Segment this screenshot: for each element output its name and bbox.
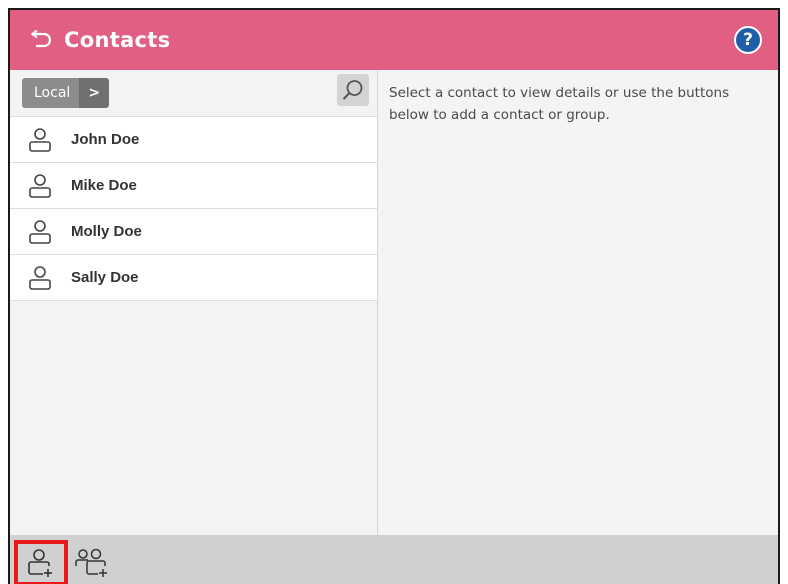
add-group-button[interactable] (73, 544, 111, 582)
add-group-icon (75, 548, 107, 577)
list-item[interactable]: Molly Doe (10, 209, 377, 255)
person-icon (27, 173, 53, 199)
details-panel: Select a contact to view details or use … (379, 70, 778, 535)
page-title: Contacts (64, 28, 171, 52)
contact-list-panel: Local > John Doe Mike Doe Molly Doe Sall… (10, 70, 378, 535)
source-selector-button[interactable]: Local > (22, 78, 110, 108)
person-icon (27, 127, 53, 153)
help-icon: ? (743, 30, 753, 50)
contact-name: Sally Doe (71, 269, 139, 286)
contacts-window: Contacts ? Local > John Doe Mike Doe Mol… (8, 8, 780, 584)
list-item[interactable]: Mike Doe (10, 163, 377, 209)
search-icon (342, 80, 363, 100)
list-item[interactable]: Sally Doe (10, 255, 377, 301)
list-item[interactable]: John Doe (10, 117, 377, 163)
person-icon (27, 265, 53, 291)
back-button[interactable] (24, 20, 58, 60)
contact-name: Mike Doe (71, 177, 137, 194)
header-bar: Contacts ? (10, 10, 778, 70)
contact-list: John Doe Mike Doe Molly Doe Sally Doe (10, 117, 377, 301)
add-contact-button[interactable] (14, 540, 68, 584)
person-icon (27, 219, 53, 245)
add-contact-icon (28, 549, 52, 577)
source-label: Local (22, 78, 80, 108)
search-button[interactable] (337, 74, 369, 106)
bottom-toolbar (10, 535, 778, 584)
contact-name: Molly Doe (71, 223, 142, 240)
back-arrow-icon (30, 30, 52, 48)
list-toolbar: Local > (10, 70, 377, 117)
details-hint: Select a contact to view details or use … (389, 85, 730, 123)
contact-name: John Doe (71, 131, 140, 148)
help-button[interactable]: ? (734, 26, 762, 54)
chevron-right-icon: > (79, 78, 110, 108)
